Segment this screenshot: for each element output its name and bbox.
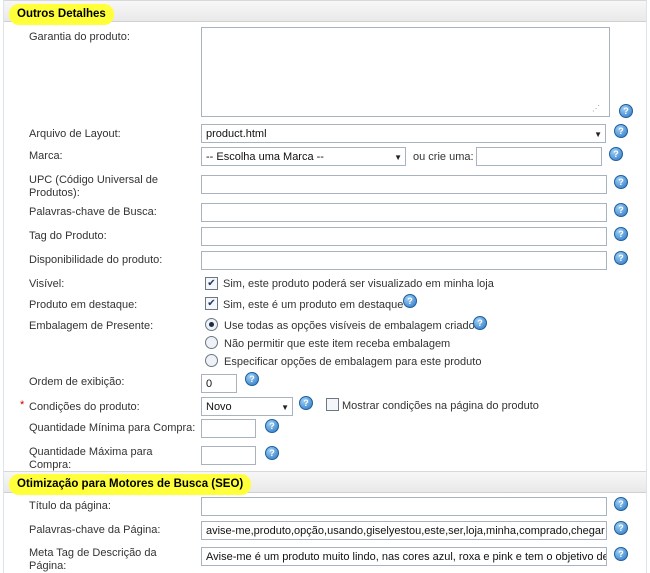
embalagem-radio-all[interactable] (205, 318, 218, 331)
embalagem-option-all: Use todas as opções visíveis de embalage… (224, 320, 481, 332)
palavras-busca-input[interactable] (201, 203, 607, 222)
seo-palavras-label: Palavras-chave da Página: (29, 524, 161, 536)
visivel-text: Sim, este produto poderá ser visualizado… (223, 278, 494, 290)
help-icon[interactable]: ? (614, 547, 628, 561)
embalagem-radio-custom[interactable] (205, 354, 218, 367)
help-icon[interactable]: ? (614, 227, 628, 241)
ordem-input[interactable]: 0 (201, 374, 237, 393)
help-icon[interactable]: ? (403, 294, 417, 308)
upc-label-line2: Produtos): (29, 187, 80, 199)
destaque-text: Sim, este é um produto em destaque (223, 299, 404, 311)
help-icon[interactable]: ? (473, 316, 487, 330)
help-icon[interactable]: ? (614, 203, 628, 217)
marca-label: Marca: (29, 150, 63, 162)
section-title-seo: Otimização para Motores de Busca (SEO) (9, 474, 252, 495)
seo-palavras-input[interactable]: avise-me,produto,opção,usando,giselyesto… (201, 521, 607, 540)
seo-meta-input[interactable]: Avise-me é um produto muito lindo, nas c… (201, 547, 607, 566)
embalagem-radio-none[interactable] (205, 336, 218, 349)
section-title-outros: Outros Detalhes (9, 4, 114, 25)
marca-new-input[interactable] (476, 147, 602, 166)
seo-meta-label: Meta Tag de Descrição da Página: (29, 547, 157, 573)
help-icon[interactable]: ? (265, 446, 279, 460)
disponibilidade-input[interactable] (201, 251, 607, 270)
garantia-label: Garantia do produto: (29, 31, 130, 43)
help-icon[interactable]: ? (614, 521, 628, 535)
seo-meta-label-line1: Meta Tag de Descrição da (29, 547, 157, 559)
marca-select-value: -- Escolha uma Marca -- (206, 151, 324, 163)
chevron-down-icon: ▼ (594, 130, 602, 139)
qtd-min-input[interactable] (201, 419, 256, 438)
destaque-checkbox[interactable]: ✔ (205, 297, 218, 310)
seo-titulo-label: Título da página: (29, 500, 111, 512)
layout-select-value: product.html (206, 128, 267, 140)
condicoes-show-checkbox[interactable] (326, 398, 339, 411)
upc-label: UPC (Código Universal de Produtos): (29, 174, 158, 200)
checkmark-icon: ✔ (207, 278, 216, 289)
embalagem-option-custom: Especificar opções de embalagem para est… (224, 356, 482, 368)
help-icon[interactable]: ? (614, 175, 628, 189)
qtd-max-label-line1: Quantidade Máxima para (29, 446, 153, 458)
checkmark-icon: ✔ (207, 298, 216, 309)
embalagem-option-none: Não permitir que este item receba embala… (224, 338, 451, 350)
help-icon[interactable]: ? (245, 372, 259, 386)
required-marker: * (20, 399, 25, 411)
marca-or-label: ou crie uma: (413, 151, 474, 163)
tag-input[interactable] (201, 227, 607, 246)
condicoes-select[interactable]: Novo ▼ (201, 397, 293, 416)
help-icon[interactable]: ? (614, 497, 628, 511)
condicoes-show-text: Mostrar condições na página do produto (342, 400, 539, 412)
help-icon[interactable]: ? (609, 147, 623, 161)
embalagem-label: Embalagem de Presente: (29, 320, 154, 332)
marca-select[interactable]: -- Escolha uma Marca -- ▼ (201, 147, 406, 166)
qtd-max-label: Quantidade Máxima para Compra: (29, 446, 153, 472)
upc-input[interactable] (201, 175, 607, 194)
condicoes-select-value: Novo (206, 401, 232, 413)
layout-label: Arquivo de Layout: (29, 128, 121, 140)
destaque-label: Produto em destaque: (29, 299, 138, 311)
help-icon[interactable]: ? (614, 251, 628, 265)
help-icon[interactable]: ? (614, 124, 628, 138)
visivel-checkbox[interactable]: ✔ (205, 277, 218, 290)
help-icon[interactable]: ? (619, 104, 633, 118)
help-icon[interactable]: ? (299, 396, 313, 410)
condicoes-label: Condições do produto: (29, 401, 140, 413)
qtd-min-label: Quantidade Mínima para Compra: (29, 422, 196, 434)
seo-titulo-input[interactable] (201, 497, 607, 516)
ordem-label: Ordem de exibição: (29, 376, 125, 388)
tag-label: Tag do Produto: (29, 230, 107, 242)
chevron-down-icon: ▼ (281, 403, 289, 412)
disponibilidade-label: Disponibilidade do produto: (29, 254, 163, 266)
garantia-textarea[interactable] (201, 27, 610, 117)
upc-label-line1: UPC (Código Universal de (29, 174, 158, 186)
help-icon[interactable]: ? (265, 419, 279, 433)
palavras-busca-label: Palavras-chave de Busca: (29, 206, 157, 218)
qtd-max-input[interactable] (201, 446, 256, 465)
seo-meta-label-line2: Página: (29, 560, 67, 572)
visivel-label: Visível: (29, 278, 65, 290)
layout-select[interactable]: product.html ▼ (201, 124, 606, 143)
chevron-down-icon: ▼ (394, 153, 402, 162)
